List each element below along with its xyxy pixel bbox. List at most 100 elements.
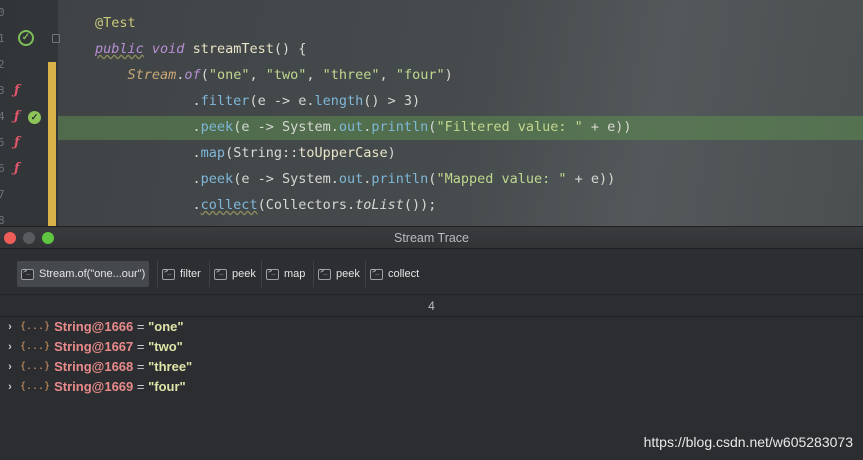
lambda-icon: ƒ bbox=[14, 83, 20, 98]
tab-label: collect bbox=[388, 268, 420, 280]
code-token: "Mapped value: " bbox=[436, 171, 567, 187]
code-line[interactable]: @Test bbox=[95, 10, 136, 36]
trace-value-row[interactable]: › {...} String@1668 = "three" bbox=[0, 357, 192, 377]
code-token: out bbox=[338, 119, 364, 135]
tab-label: filter bbox=[180, 268, 201, 280]
code-token: (e -> System. bbox=[233, 171, 339, 187]
tab-1[interactable]: filter bbox=[157, 261, 205, 287]
gutter-line: 8 bbox=[0, 208, 58, 226]
terminal-icon bbox=[266, 267, 279, 280]
code-token: toUpperCase bbox=[298, 145, 388, 161]
gutter-line: 0 bbox=[0, 0, 58, 26]
line-number: 3 bbox=[0, 84, 5, 97]
stream-trace-window: Stream Trace Stream.of("one...our") filte… bbox=[0, 226, 863, 460]
tab-3[interactable]: map bbox=[261, 261, 309, 287]
chevron-right-icon[interactable]: › bbox=[0, 377, 20, 397]
code-token: , bbox=[379, 67, 396, 83]
code-line[interactable]: .peek(e -> System.out.println("Filtered … bbox=[95, 114, 632, 140]
code-editor[interactable]: 0 1 ✓ 2 3 ƒ 4 ƒ ✓ 5 ƒ 6 ƒ 7 8 @Test public void streamT… bbox=[0, 0, 863, 226]
object-icon: {...} bbox=[20, 361, 51, 372]
code-token: () { bbox=[273, 41, 307, 57]
check-circle-icon: ✓ bbox=[28, 111, 41, 124]
code-token: peek bbox=[200, 119, 234, 135]
code-token: , bbox=[306, 67, 323, 83]
terminal-icon bbox=[318, 267, 331, 280]
object-icon: {...} bbox=[20, 381, 51, 392]
code-token: "Filtered value: " bbox=[436, 119, 583, 135]
code-token: . bbox=[95, 171, 201, 187]
gutter-line: 7 bbox=[0, 182, 58, 208]
code-token: , bbox=[249, 67, 266, 83]
terminal-icon bbox=[21, 267, 34, 280]
gutter-line: 3ƒ bbox=[0, 78, 58, 104]
gutter-line: 4 ƒ ✓ bbox=[0, 104, 58, 130]
element-count-bar: 4 bbox=[0, 295, 863, 317]
code-token: @Test bbox=[95, 15, 136, 31]
chevron-right-icon[interactable]: › bbox=[0, 357, 20, 377]
code-token: peek bbox=[200, 171, 234, 187]
stream-operation-tabs: Stream.of("one...our") filter peek map peek c… bbox=[0, 249, 863, 295]
element-count: 4 bbox=[428, 299, 435, 313]
gutter-line: 5ƒ bbox=[0, 130, 58, 156]
code-token: "three" bbox=[322, 67, 380, 83]
tab-4[interactable]: peek bbox=[313, 261, 364, 287]
code-token: (e -> System. bbox=[233, 119, 339, 135]
code-line[interactable]: Stream.of("one", "two", "three", "four") bbox=[95, 62, 453, 88]
object-icon: {...} bbox=[20, 341, 51, 352]
trace-value-row[interactable]: › {...} String@1667 = "two" bbox=[0, 337, 183, 357]
code-line[interactable]: .peek(e -> System.out.println("Mapped va… bbox=[95, 166, 616, 192]
chevron-right-icon[interactable]: › bbox=[0, 317, 20, 337]
line-number: 0 bbox=[0, 6, 5, 19]
variable-value: "one" bbox=[148, 319, 184, 334]
tab-0[interactable]: Stream.of("one...our") bbox=[17, 261, 150, 287]
tab-label: peek bbox=[336, 268, 360, 280]
variable-name: String@1667 bbox=[54, 339, 134, 354]
tab-5[interactable]: collect bbox=[365, 261, 423, 287]
variable-value: "three" bbox=[148, 359, 193, 374]
code-token: "two" bbox=[265, 67, 307, 83]
terminal-icon bbox=[214, 267, 227, 280]
code-token: ) bbox=[387, 145, 396, 161]
tab-label: Stream.of("one...our") bbox=[39, 268, 146, 280]
code-token: length bbox=[314, 93, 364, 109]
trace-value-row[interactable]: › {...} String@1666 = "one" bbox=[0, 317, 184, 337]
code-token: map bbox=[200, 145, 226, 161]
trace-value-row[interactable]: › {...} String@1669 = "four" bbox=[0, 377, 186, 397]
code-token: . bbox=[95, 197, 201, 213]
code-token: filter bbox=[200, 93, 250, 109]
variable-name: String@1668 bbox=[54, 359, 134, 374]
window-titlebar: Stream Trace bbox=[0, 227, 863, 249]
code-token: ( bbox=[200, 67, 209, 83]
equals-sign: = bbox=[133, 379, 149, 394]
lambda-icon: ƒ bbox=[14, 135, 20, 150]
line-number: 2 bbox=[0, 58, 5, 71]
variable-name: String@1666 bbox=[54, 319, 134, 334]
code-token: + e)) bbox=[566, 171, 616, 187]
equals-sign: = bbox=[133, 339, 149, 354]
code-token: "one" bbox=[208, 67, 250, 83]
terminal-icon bbox=[162, 267, 175, 280]
code-line[interactable]: public void streamTest() { bbox=[95, 36, 306, 62]
line-number: 1 bbox=[0, 32, 5, 45]
fold-icon[interactable] bbox=[52, 34, 60, 43]
code-token: . bbox=[95, 93, 201, 109]
chevron-right-icon[interactable]: › bbox=[0, 337, 20, 357]
line-number: 7 bbox=[0, 188, 5, 201]
code-token: ()); bbox=[403, 197, 437, 213]
code-token: of bbox=[184, 67, 201, 83]
code-line[interactable]: .collect(Collectors.toList()); bbox=[95, 192, 437, 218]
tab-2[interactable]: peek bbox=[209, 261, 260, 287]
equals-sign: = bbox=[133, 359, 149, 374]
code-token: (e -> e. bbox=[249, 93, 315, 109]
code-token: () > 3) bbox=[363, 93, 421, 109]
line-number: 5 bbox=[0, 136, 5, 149]
code-token: ) bbox=[444, 67, 453, 83]
code-line[interactable]: .map(String::toUpperCase) bbox=[95, 140, 396, 166]
gutter-line: 1 ✓ bbox=[0, 26, 60, 52]
window-title: Stream Trace bbox=[393, 231, 470, 245]
equals-sign: = bbox=[133, 319, 149, 334]
code-line[interactable]: .filter(e -> e.length() > 3) bbox=[95, 88, 421, 114]
run-test-icon[interactable]: ✓ bbox=[18, 30, 34, 46]
variable-name: String@1669 bbox=[54, 379, 134, 394]
code-token: Stream bbox=[95, 67, 177, 83]
